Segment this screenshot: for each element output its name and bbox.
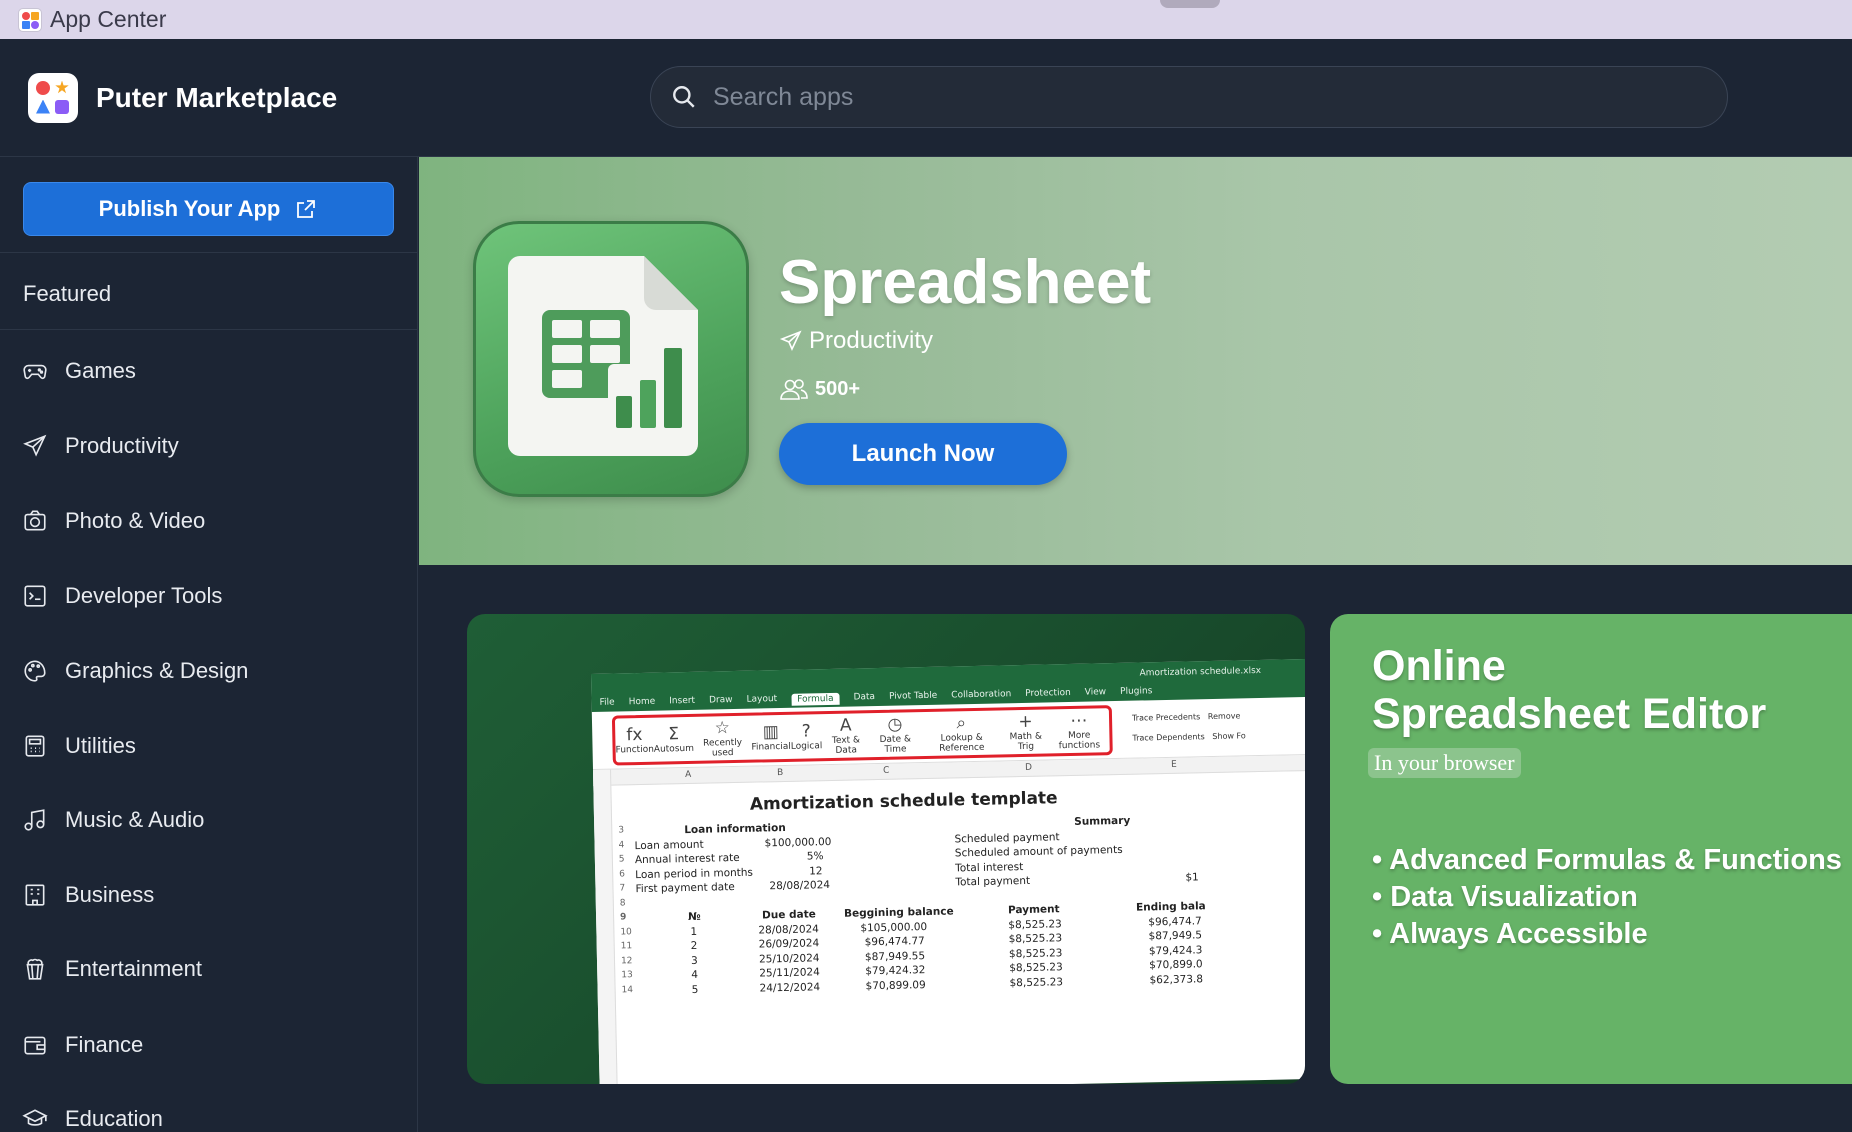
publish-app-label: Publish Your App	[98, 196, 281, 221]
sidebar-item-photo-video[interactable]: Photo & Video	[22, 501, 205, 541]
promo-feature: • Advanced Formulas & Functions	[1372, 844, 1842, 876]
puter-logo-icon[interactable]	[28, 72, 78, 123]
app-screenshot-1[interactable]: Amortization schedule.xlsx File Home Ins…	[467, 614, 1305, 1084]
app-category[interactable]: Productivity	[779, 327, 933, 355]
sidebar: Publish Your App Featured Games Producti…	[0, 157, 418, 1132]
window-notch	[1160, 0, 1220, 8]
sidebar-item-education[interactable]: Education	[22, 1099, 163, 1132]
search-icon	[673, 86, 695, 108]
search-input[interactable]	[713, 82, 1613, 112]
ribbon-button: ⌕ Lookup & Reference	[939, 713, 985, 754]
sidebar-item-label: Graphics & Design	[65, 658, 249, 683]
sheet-tab: File	[599, 697, 615, 708]
app-user-count: 500+	[779, 376, 860, 402]
ribbon-button: ▥ Financial	[751, 722, 791, 753]
spreadsheet-sheet-icon	[508, 256, 698, 456]
promo-feature: • Always Accessible	[1372, 918, 1648, 950]
sidebar-item-games[interactable]: Games	[22, 351, 136, 391]
formula-ribbon-highlight: fx Function Σ Autosum ☆ Recently used ▥ Fina…	[611, 705, 1113, 766]
sidebar-item-developer-tools[interactable]: Developer Tools	[22, 576, 222, 616]
ribbon-button: ☆ Recently used	[702, 718, 743, 759]
sheet-tab: Pivot Table	[888, 690, 938, 702]
sidebar-item-label: Entertainment	[65, 956, 202, 981]
users-icon	[780, 379, 808, 400]
launch-now-button[interactable]: Launch Now	[779, 423, 1067, 485]
sidebar-item-entertainment[interactable]: Entertainment	[22, 949, 202, 989]
paper-plane-icon	[23, 434, 47, 457]
sheet-tab: Plugins	[1120, 686, 1153, 697]
external-link-icon	[297, 200, 316, 218]
ribbon-button: ? Logical	[790, 721, 823, 752]
terminal-icon	[24, 585, 46, 607]
sheet-tab: Layout	[746, 694, 778, 705]
promo-title-line-1: Online	[1372, 642, 1506, 690]
spreadsheet-preview: Amortization schedule.xlsx File Home Ins…	[591, 658, 1305, 1084]
os-title-bar: App Center	[0, 0, 1852, 39]
sheet-rows: 3 Loan information Summary 4 Loan amount $10…	[618, 814, 1206, 996]
sheet-tab: Draw	[708, 695, 733, 706]
sidebar-item-label: Developer Tools	[65, 583, 223, 608]
calculator-icon	[25, 735, 45, 757]
promo-title: Online Spreadsheet Editor	[1372, 642, 1766, 738]
app-screenshot-2[interactable]: Online Spreadsheet Editor In your browse…	[1330, 614, 1852, 1084]
spreadsheet-app-icon[interactable]	[473, 221, 749, 497]
sheet-tab: Home	[628, 696, 656, 708]
sidebar-divider	[0, 329, 418, 330]
sheet-tab: Data	[853, 692, 876, 703]
sidebar-item-productivity[interactable]: Productivity	[22, 426, 179, 466]
marketplace-header: Puter Marketplace	[0, 39, 1852, 157]
app-category-label: Productivity	[809, 327, 934, 354]
ribbon-button: + Math & Trig	[1009, 711, 1043, 753]
sheet-tab-active: Formula	[791, 692, 840, 706]
sidebar-item-music-audio[interactable]: Music & Audio	[22, 800, 204, 840]
sheet-tab: Insert	[669, 695, 696, 707]
camera-icon	[24, 510, 46, 531]
ribbon-button: fx Function	[615, 724, 654, 756]
promo-title-line-2: Spreadsheet Editor	[1372, 690, 1767, 738]
app-title: Spreadsheet	[779, 248, 1152, 317]
sidebar-item-label: Games	[65, 358, 136, 383]
brand-title[interactable]: Puter Marketplace	[96, 82, 337, 114]
building-icon	[25, 884, 45, 906]
sidebar-item-label: Productivity	[65, 433, 179, 458]
sidebar-item-finance[interactable]: Finance	[22, 1025, 143, 1065]
palette-icon	[24, 660, 46, 682]
window-title: App Center	[50, 6, 167, 32]
search-bar[interactable]	[650, 66, 1728, 128]
sidebar-item-graphics-design[interactable]: Graphics & Design	[22, 651, 248, 691]
promo-subtitle: In your browser	[1368, 748, 1521, 778]
paper-plane-icon	[779, 330, 802, 351]
sidebar-item-label: Music & Audio	[65, 807, 205, 832]
sidebar-divider	[0, 252, 418, 253]
gamepad-icon	[23, 364, 47, 380]
popcorn-icon	[26, 958, 44, 980]
sidebar-item-business[interactable]: Business	[22, 875, 154, 915]
sidebar-item-utilities[interactable]: Utilities	[22, 726, 136, 766]
sidebar-item-label: Business	[65, 882, 155, 907]
ribbon-side-buttons: Trace Precedents Remove Trace Dependents…	[1131, 711, 1246, 743]
promo-feature: • Data Visualization	[1372, 881, 1638, 913]
ribbon-button: Σ Autosum	[653, 724, 695, 755]
wallet-icon	[24, 1036, 46, 1055]
graduation-cap-icon	[22, 1109, 48, 1126]
sidebar-item-label: Education	[65, 1106, 163, 1131]
music-note-icon	[24, 809, 45, 831]
user-count-value: 500+	[815, 377, 861, 400]
sidebar-item-featured[interactable]: Featured	[23, 281, 111, 307]
sheet-file-name: Amortization schedule.xlsx	[1139, 665, 1262, 679]
sheet-tab: Protection	[1025, 687, 1071, 699]
sidebar-item-label: Photo & Video	[65, 508, 206, 533]
publish-app-button[interactable]: Publish Your App	[23, 182, 394, 236]
ribbon-button: A Text & Data	[831, 715, 861, 756]
sheet-tab: Collaboration	[951, 689, 1012, 701]
sidebar-item-label: Finance	[65, 1032, 144, 1057]
app-center-icon	[18, 7, 42, 32]
featured-app-hero: Spreadsheet Productivity 500+ Launch Now	[419, 157, 1852, 565]
sidebar-item-label: Utilities	[65, 733, 136, 758]
ribbon-button: ⋯ More functions	[1058, 710, 1101, 752]
ribbon-button: ◷ Date & Time	[879, 714, 912, 755]
sheet-tab: View	[1084, 687, 1107, 698]
